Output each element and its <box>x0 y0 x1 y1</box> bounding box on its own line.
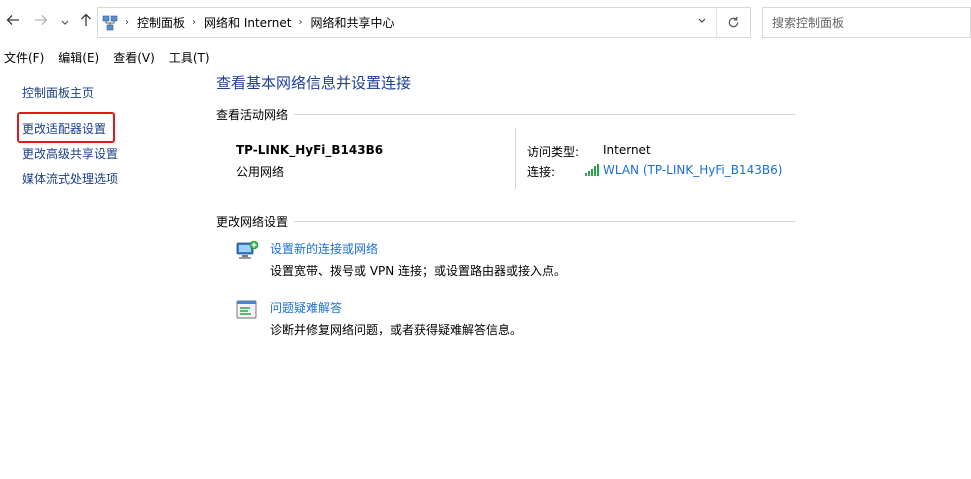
network-setup-icon <box>235 240 259 262</box>
up-button[interactable] <box>77 12 95 32</box>
access-type-label: 访问类型: <box>527 145 580 159</box>
arrow-up-icon <box>81 13 91 26</box>
network-name: TP-LINK_HyFi_B143B6 <box>236 143 384 157</box>
connection-link[interactable]: WLAN (TP-LINK_HyFi_B143B6) <box>585 163 782 177</box>
nav-media-streaming-options[interactable]: 媒体流式处理选项 <box>22 170 118 187</box>
arrow-right-icon <box>35 15 48 25</box>
address-toolbar: › 控制面板 › 网络和 Internet › 网络和共享中心 <box>0 0 971 44</box>
active-networks-header: 查看活动网络 <box>216 108 289 122</box>
arrow-left-icon <box>6 15 19 25</box>
menu-file[interactable]: 文件(F) <box>4 49 44 67</box>
menu-tools[interactable]: 工具(T) <box>169 49 210 67</box>
search-box[interactable] <box>762 7 971 38</box>
troubleshoot-link[interactable]: 问题疑难解答 <box>270 299 342 316</box>
nav-control-panel-home[interactable]: 控制面板主页 <box>22 84 94 101</box>
chevron-down-icon <box>61 20 69 25</box>
menu-bar: 文件(F) 编辑(E) 查看(V) 工具(T) <box>0 49 220 67</box>
chevron-down-icon <box>698 18 706 23</box>
access-type-value: Internet <box>603 143 651 157</box>
breadcrumb-separator[interactable]: › <box>298 17 302 28</box>
connection-label: 连接: <box>527 165 556 179</box>
setup-new-connection-link[interactable]: 设置新的连接或网络 <box>270 240 378 257</box>
highlight-box <box>17 112 115 143</box>
section-divider <box>294 221 796 222</box>
setup-new-connection-desc: 设置宽带、拨号或 VPN 连接；或设置路由器或接入点。 <box>270 264 567 278</box>
network-type[interactable]: 公用网络 <box>236 163 284 180</box>
network-icon <box>102 15 118 30</box>
page-title: 查看基本网络信息并设置连接 <box>216 74 412 92</box>
breadcrumb-network-internet[interactable]: 网络和 Internet <box>204 14 291 31</box>
refresh-button[interactable] <box>716 8 750 37</box>
recent-locations-button[interactable] <box>56 12 74 32</box>
breadcrumb-network-sharing-center[interactable]: 网络和共享中心 <box>310 14 394 31</box>
change-settings-header: 更改网络设置 <box>216 215 289 229</box>
breadcrumb-separator: › <box>125 17 129 28</box>
forward-button[interactable] <box>32 12 50 32</box>
refresh-icon <box>728 16 739 28</box>
troubleshoot-icon <box>235 299 259 321</box>
breadcrumb: › 控制面板 › 网络和 Internet › 网络和共享中心 <box>102 8 395 37</box>
nav-change-advanced-sharing[interactable]: 更改高级共享设置 <box>22 145 118 162</box>
wifi-signal-icon <box>585 164 599 176</box>
breadcrumb-separator[interactable]: › <box>192 17 196 28</box>
troubleshoot-desc: 诊断并修复网络问题，或者获得疑难解答信息。 <box>270 323 523 337</box>
address-history-button[interactable] <box>692 8 712 37</box>
address-bar[interactable]: › 控制面板 › 网络和 Internet › 网络和共享中心 <box>97 7 751 38</box>
menu-view[interactable]: 查看(V) <box>113 49 155 67</box>
vertical-divider <box>515 128 516 189</box>
breadcrumb-control-panel[interactable]: 控制面板 <box>137 14 185 31</box>
search-input[interactable] <box>763 8 970 37</box>
connection-value[interactable]: WLAN (TP-LINK_HyFi_B143B6) <box>603 163 782 177</box>
menu-edit[interactable]: 编辑(E) <box>58 49 99 67</box>
back-button[interactable] <box>4 12 22 32</box>
section-divider <box>294 114 796 115</box>
